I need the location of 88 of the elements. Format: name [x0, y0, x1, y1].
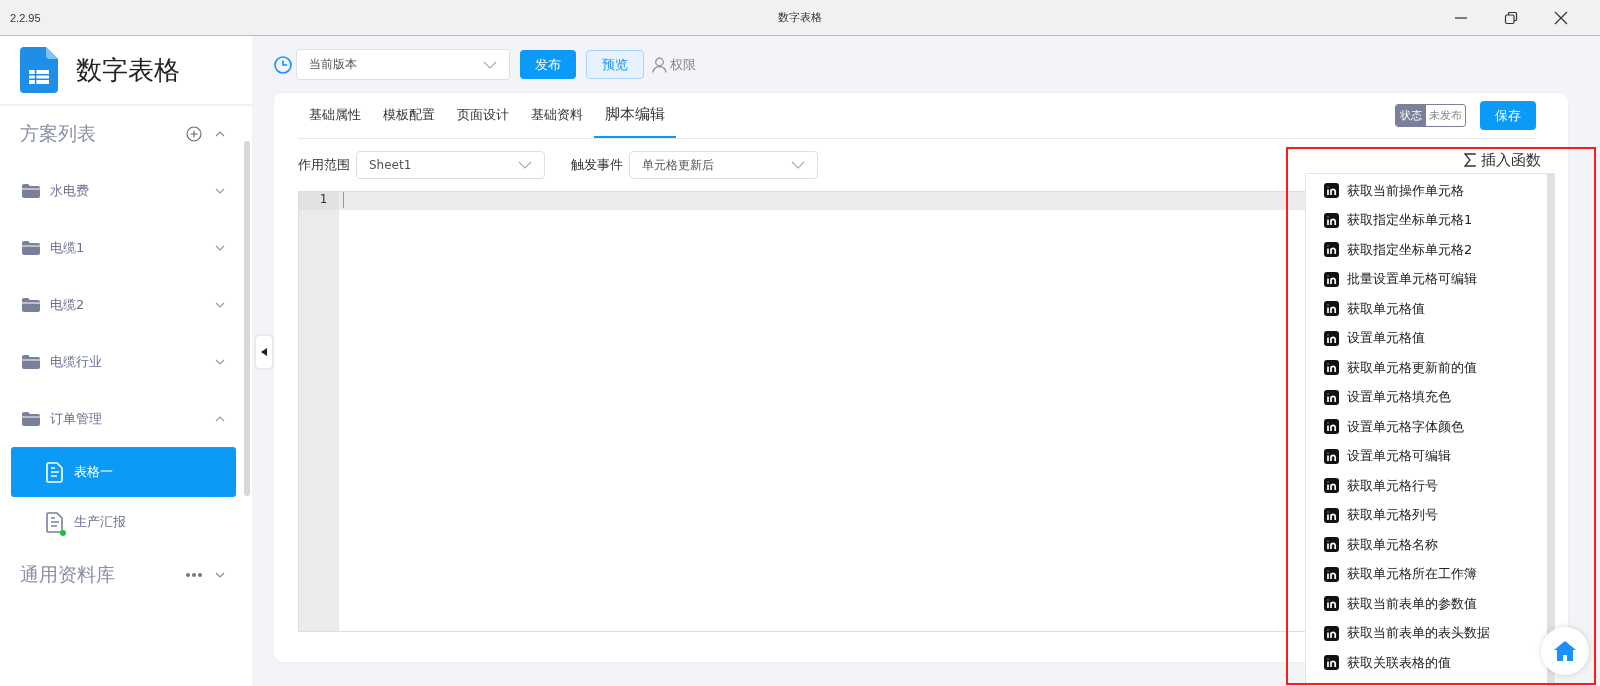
- text-cursor: [343, 192, 344, 208]
- chevron-up-icon: [214, 414, 226, 423]
- folder-icon: [21, 239, 41, 256]
- function-icon: [1324, 419, 1339, 435]
- document-icon: [46, 461, 64, 483]
- chevron-down-icon: [791, 161, 805, 169]
- folder-item[interactable]: 水电费: [0, 162, 252, 219]
- line-number: 1: [299, 192, 339, 210]
- chevron-down-icon: [483, 60, 497, 69]
- scrollbar[interactable]: [1547, 174, 1554, 686]
- user-icon: [652, 56, 667, 73]
- filter-select[interactable]: 单元格更新后: [629, 151, 818, 179]
- chevron-down-icon: [214, 186, 226, 195]
- folder-icon: [21, 353, 41, 370]
- function-icon: [1324, 271, 1339, 287]
- tab[interactable]: 脚本编辑: [594, 93, 676, 138]
- function-icon: [1324, 625, 1339, 641]
- function-icon: [1324, 537, 1339, 553]
- window-title: 数字表格: [778, 10, 822, 25]
- folder-icon: [21, 182, 41, 199]
- function-icon: [1324, 360, 1339, 376]
- function-icon: [1324, 330, 1339, 346]
- collapse-sidebar-button[interactable]: [256, 336, 272, 368]
- function-icon: [1324, 183, 1339, 199]
- chevron-down-icon: [214, 300, 226, 309]
- function-icon: [1324, 448, 1339, 464]
- tab[interactable]: 基础属性: [298, 93, 372, 138]
- function-icon: [1324, 655, 1339, 671]
- function-item[interactable]: 设置单元格可编辑: [1306, 441, 1520, 471]
- scrollbar[interactable]: [244, 141, 250, 496]
- function-item[interactable]: 获取指定坐标单元格2: [1306, 235, 1520, 265]
- close-icon[interactable]: [1554, 10, 1568, 25]
- version-select[interactable]: 当前版本: [296, 49, 510, 80]
- app-version: 2.2.95: [10, 11, 41, 24]
- app-name: 数字表格: [76, 53, 180, 87]
- chevron-down-icon: [214, 357, 226, 366]
- chevron-down-icon[interactable]: [214, 571, 226, 579]
- status-badge: 状态 未发布: [1395, 104, 1466, 127]
- function-icon: [1324, 507, 1339, 523]
- section-title: 方案列表: [20, 121, 96, 146]
- chevron-down-icon: [518, 161, 532, 169]
- function-icon: [1324, 212, 1339, 228]
- function-item[interactable]: 批量设置单元格可编辑: [1306, 264, 1520, 294]
- folder-item[interactable]: 订单管理: [0, 390, 252, 447]
- function-item[interactable]: 设置单元格值: [1306, 323, 1520, 353]
- home-icon: [1554, 641, 1576, 661]
- folder-icon: [21, 296, 41, 313]
- function-item[interactable]: 设置单元格字体颜色: [1306, 412, 1520, 442]
- chevron-down-icon: [214, 243, 226, 252]
- more-icon[interactable]: [186, 573, 202, 577]
- section-title: 通用资料库: [20, 562, 115, 587]
- function-icon: [1324, 478, 1339, 494]
- triangle-left-icon: [261, 348, 267, 356]
- function-item[interactable]: 设置单元格填充色: [1306, 382, 1520, 412]
- function-item[interactable]: 获取当前表单的参数值: [1306, 589, 1520, 619]
- function-icon: [1324, 242, 1339, 258]
- function-item[interactable]: 获取单元格列号: [1306, 500, 1520, 530]
- filter-select[interactable]: Sheet1: [356, 151, 545, 179]
- restore-icon[interactable]: [1504, 10, 1518, 25]
- folder-item[interactable]: 电缆2: [0, 276, 252, 333]
- function-item[interactable]: 获取单元格所在工作簿: [1306, 559, 1520, 589]
- sigma-icon: [1464, 153, 1476, 167]
- filter-label: 触发事件: [571, 156, 623, 174]
- folder-item[interactable]: 电缆行业: [0, 333, 252, 390]
- function-item[interactable]: 获取单元格行号: [1306, 471, 1520, 501]
- function-item[interactable]: 获取单元格值: [1306, 294, 1520, 324]
- document-icon: [46, 511, 64, 533]
- clock-icon: [274, 55, 292, 74]
- filter-label: 作用范围: [298, 156, 350, 174]
- function-icon: [1324, 596, 1339, 612]
- insert-function-button[interactable]: 插入函数: [1464, 147, 1555, 173]
- tab[interactable]: 基础资料: [520, 93, 594, 138]
- folder-icon: [21, 410, 41, 427]
- folder-item[interactable]: 电缆1: [0, 219, 252, 276]
- tab[interactable]: 页面设计: [446, 93, 520, 138]
- add-icon[interactable]: [186, 126, 202, 142]
- function-item[interactable]: 获取单元格更新前的值: [1306, 353, 1520, 383]
- function-item[interactable]: 获取指定坐标单元格1: [1306, 205, 1520, 235]
- function-item[interactable]: 获取单元格名称: [1306, 530, 1520, 560]
- spreadsheet-logo-icon: [20, 47, 58, 93]
- sheet-item[interactable]: 生产汇报: [11, 497, 236, 547]
- function-icon: [1324, 566, 1339, 582]
- chevron-up-icon[interactable]: [214, 130, 226, 138]
- tab[interactable]: 模板配置: [372, 93, 446, 138]
- function-item[interactable]: 获取关联表格的值: [1306, 648, 1520, 678]
- function-icon: [1324, 389, 1339, 405]
- function-icon: [1324, 301, 1339, 317]
- home-button[interactable]: [1541, 627, 1589, 675]
